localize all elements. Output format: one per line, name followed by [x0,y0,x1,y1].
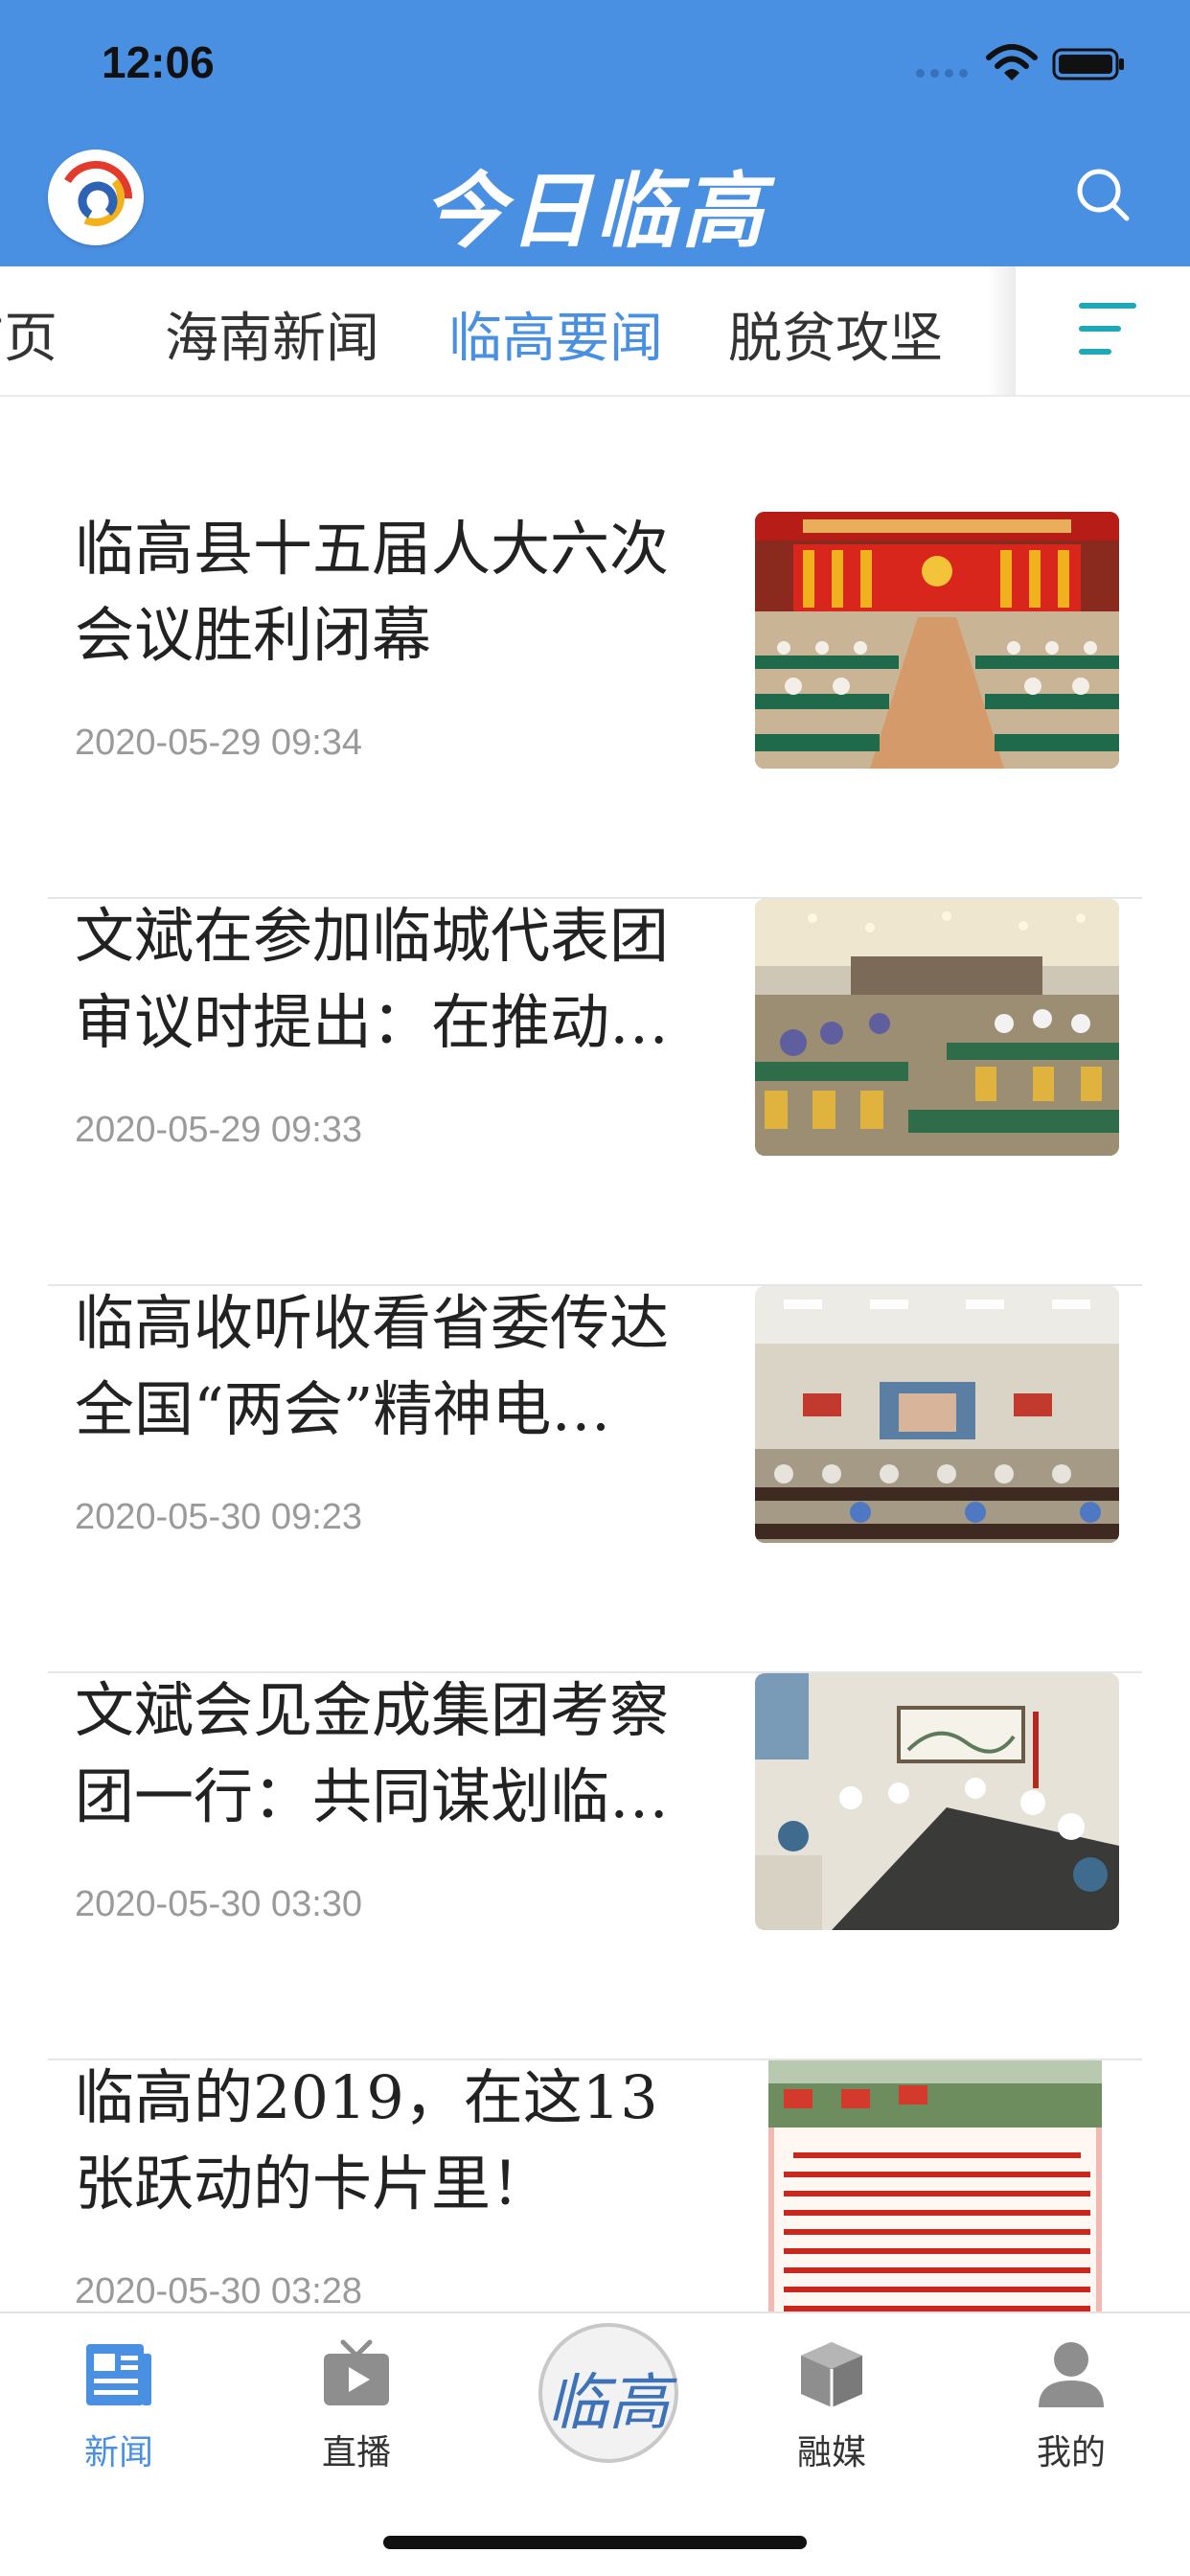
article-list: 临高县十五届人大六次会议胜利闭幕 2020-05-29 09:34 文斌在参加临… [0,399,1190,2312]
cellular-signal-icon [916,69,973,80]
article-time: 2020-05-30 09:23 [75,1497,363,1537]
tv-icon [324,2339,389,2405]
nav-profile-label: 我的 [1036,2433,1106,2472]
tab-home[interactable]: 首页 [0,295,57,373]
status-time: 12:06 [102,37,215,87]
nav-live-label: 直播 [321,2433,391,2472]
nav-news-label: 新闻 [83,2433,153,2472]
article-title: 文斌在参加临城代表团审议时提出：在推动… [75,901,669,1057]
home-indicator [383,2536,807,2549]
nav-news[interactable]: 新闻 [42,2338,195,2474]
wifi-icon [986,44,1038,80]
article-thumbnail [755,1286,1119,1543]
article-time: 2020-05-29 09:34 [75,723,363,763]
user-icon [1039,2342,1104,2407]
tab-poverty-alleviation[interactable]: 脱贫攻坚 [728,295,943,373]
article-title: 临高的2019，在这13张跃动的卡片里！ [75,2062,658,2219]
app-title: 今日临高 [423,163,767,260]
category-tabs: 首页 海南新闻 临高要闻 脱贫攻坚 [0,266,1190,397]
menu-icon [1079,303,1136,356]
article-item[interactable]: 临高的2019，在这13张跃动的卡片里！ 2020-05-30 03:28 [48,2060,1142,2312]
channel-menu-button[interactable] [1016,266,1190,395]
nav-media[interactable]: 融媒 [755,2338,908,2474]
tabs-fade [987,266,1016,395]
nav-live[interactable]: 直播 [280,2338,433,2474]
article-time: 2020-05-30 03:30 [75,1884,363,1924]
article-thumbnail [755,899,1119,1156]
article-thumbnail [755,2060,1119,2312]
article-title: 临高县十五届人大六次会议胜利闭幕 [75,514,669,670]
article-time: 2020-05-30 03:28 [75,2271,363,2312]
center-lingao-button[interactable]: 临高 [538,2323,678,2463]
article-time: 2020-05-29 09:33 [75,1110,363,1150]
nav-profile[interactable]: 我的 [995,2338,1148,2474]
article-title: 文斌会见金成集团考察团一行：共同谋划临… [75,1675,669,1831]
app-header: 12:06 今日临高 [0,0,1190,266]
article-item[interactable]: 临高收听收看省委传达全国“两会”精神电… 2020-05-30 09:23 [48,1286,1142,1673]
tab-hainan-news[interactable]: 海南新闻 [165,295,379,373]
battery-icon [1052,48,1124,80]
article-item[interactable]: 文斌会见金成集团考察团一行：共同谋划临… 2020-05-30 03:30 [48,1673,1142,2060]
article-thumbnail [755,1673,1119,1930]
center-lingao-label: 临高 [547,2368,670,2439]
article-item[interactable]: 临高县十五届人大六次会议胜利闭幕 2020-05-29 09:34 [48,512,1142,899]
cube-icon [801,2342,862,2407]
tab-lingao-news[interactable]: 临高要闻 [448,295,663,373]
article-title: 临高收听收看省委传达全国“两会”精神电… [75,1288,669,1444]
news-icon [86,2344,151,2405]
article-thumbnail [755,512,1119,769]
search-icon[interactable] [1073,165,1133,224]
article-item[interactable]: 文斌在参加临城代表团审议时提出：在推动… 2020-05-29 09:33 [48,899,1142,1286]
nav-media-label: 融媒 [796,2433,866,2472]
